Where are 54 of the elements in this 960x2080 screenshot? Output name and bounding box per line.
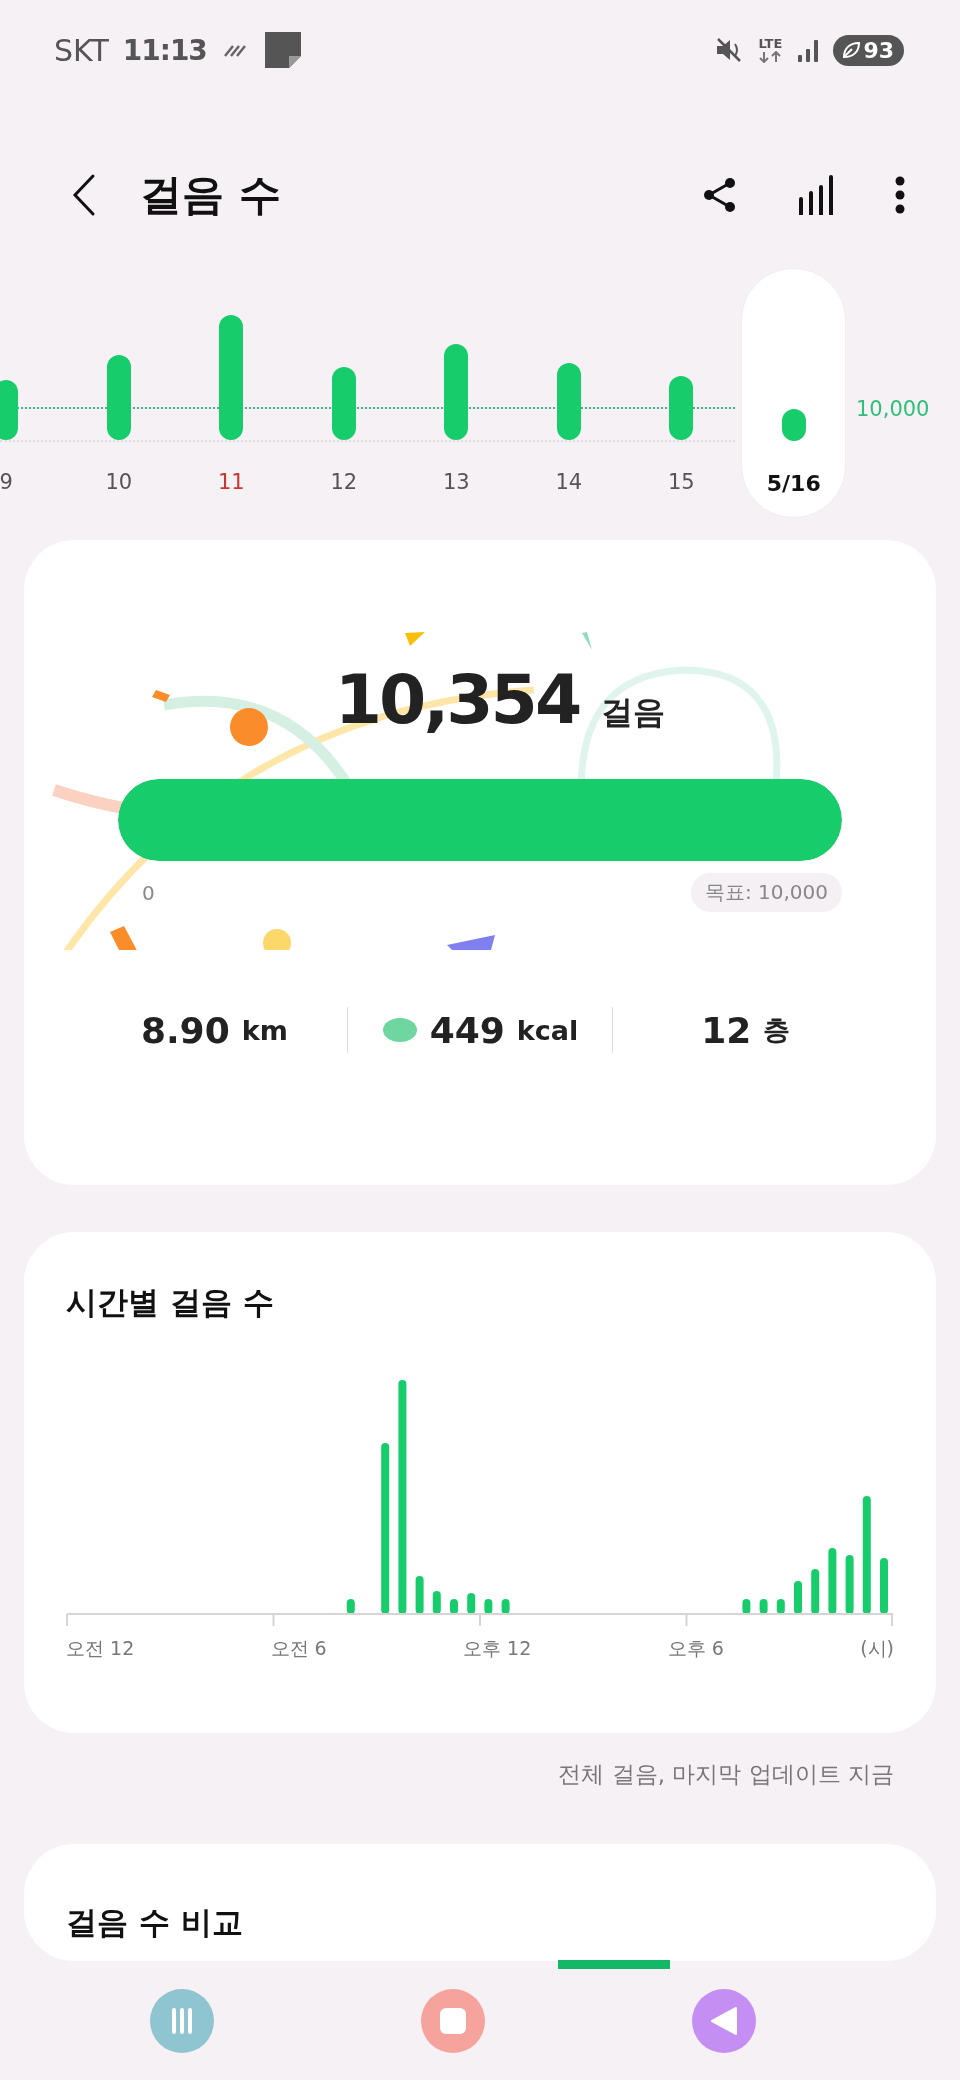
day-column[interactable]: 9 [0, 268, 63, 518]
day-label: 12 [330, 470, 358, 494]
stat-value: 12 [701, 1009, 752, 1051]
day-label: 9 [0, 470, 13, 494]
day-label: 15 [667, 470, 695, 494]
network-label: LTE [758, 37, 783, 51]
stat-value: 8.90 [140, 1009, 230, 1051]
step-count: 10,354 [334, 660, 580, 739]
home-icon [439, 2007, 467, 2035]
carrier-name: SKT [54, 32, 109, 68]
day-label: 5/16 [766, 471, 821, 496]
axis-label: 오전 12 [66, 1636, 135, 1661]
chevron-left-icon [72, 173, 96, 217]
day-column[interactable]: 13 [400, 268, 513, 518]
bar-chart-icon [798, 175, 834, 215]
day-column[interactable]: 10 [62, 268, 175, 518]
status-time: 11:13 [122, 33, 207, 67]
goal-value: 10,000 [856, 397, 930, 421]
axis-label: (시) [860, 1636, 894, 1661]
more-icon [894, 175, 906, 215]
recent-apps-icon [170, 2008, 194, 2034]
day-label: 10 [105, 470, 133, 494]
day-label: 11 [217, 470, 245, 494]
stat-unit: km [241, 1014, 288, 1046]
back-triangle-icon [710, 2006, 738, 2036]
axis-label: 오후 12 [463, 1636, 532, 1661]
day-column[interactable]: 15 [625, 268, 738, 518]
day-column[interactable]: 12 [287, 268, 400, 518]
calorie-icon [381, 1017, 418, 1043]
day-label: 13 [442, 470, 470, 494]
day-bar [781, 409, 806, 441]
stat-value: 449 [429, 1009, 505, 1051]
axis-label: 오전 6 [270, 1636, 327, 1661]
share-icon [702, 177, 738, 213]
stat-unit: 층 [763, 1013, 791, 1047]
leaf-icon [841, 41, 862, 59]
stat-unit: kcal [516, 1014, 579, 1046]
card-title: 시간별 걸음 수 [66, 1283, 275, 1322]
progress-start: 0 [142, 880, 155, 905]
axis-label: 오후 6 [667, 1636, 724, 1661]
selected-day[interactable]: 5/16 [741, 268, 847, 518]
page-title: 걸음 수 [140, 169, 281, 221]
card-title: 걸음 수 비교 [66, 1903, 244, 1942]
day-label: 14 [555, 470, 583, 494]
step-unit: 걸음 [601, 692, 666, 733]
day-bar [669, 376, 694, 440]
goal-badge: 목표: 10,000 [690, 873, 842, 912]
update-note: 전체 걸음, 마지막 업데이트 지금 [557, 1760, 895, 1789]
note-icon [264, 32, 301, 68]
day-column[interactable]: 14 [512, 268, 625, 518]
day-bar [0, 380, 19, 440]
battery-indicator: 93 [833, 34, 904, 66]
signal-icon [797, 37, 820, 63]
day-column[interactable]: 11 [175, 268, 288, 518]
